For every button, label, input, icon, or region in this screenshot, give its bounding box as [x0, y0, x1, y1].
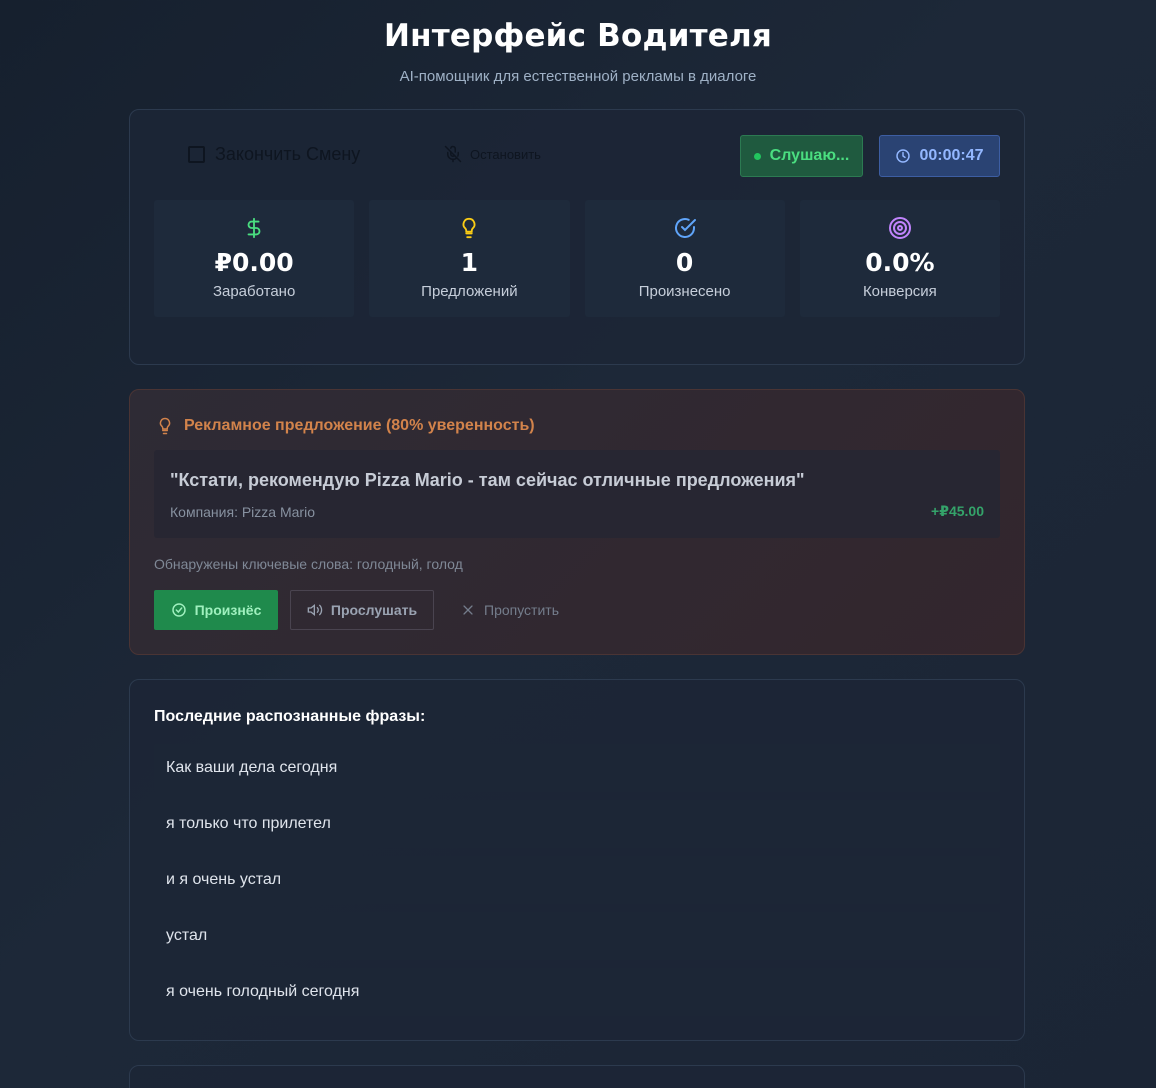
clock-icon [896, 149, 911, 163]
said-button[interactable]: Произнёс [154, 590, 278, 630]
stat-said: 0 Произнесено [584, 200, 785, 317]
stat-value: 0.0% [865, 248, 935, 277]
end-shift-label: Закончить Смену [215, 144, 361, 164]
stat-conversion: 0.0% Конверсия [799, 200, 1000, 317]
ad-offer-card: Рекламное предложение (80% уверенность) … [129, 389, 1025, 655]
stat-value: 1 [460, 248, 479, 277]
stat-label: Конверсия [862, 283, 937, 300]
list-item: я только что прилетел [154, 800, 1000, 848]
stat-label: Заработано [212, 283, 296, 300]
said-label: Произнёс [194, 602, 262, 618]
listen-label: Прослушать [330, 602, 418, 618]
check-circle-icon [674, 218, 696, 238]
stat-label: Предложений [421, 283, 518, 300]
page-subtitle: AI-помощник для естественной рекламы в д… [399, 68, 757, 85]
check-circle-icon [171, 603, 186, 617]
offer-heading-text: Рекламное предложение (80% уверенность) [184, 417, 535, 434]
listening-status-badge: Слушаю... [740, 135, 863, 177]
phrase-list: Как ваши дела сегодня я только что приле… [154, 744, 1000, 1024]
detected-keywords: Обнаружены ключевые слова: голодный, гол… [154, 556, 463, 572]
listen-button[interactable]: Прослушать [290, 590, 434, 630]
offer-suggestion-box: "Кстати, рекомендую Pizza Mario - там се… [154, 450, 1000, 538]
stats-row: ₽0.00 Заработано 1 Предложений 0 Произне… [154, 200, 1000, 317]
square-icon [188, 146, 205, 163]
offer-amount: +₽45.00 [931, 503, 984, 519]
target-icon [888, 217, 911, 239]
lightbulb-icon [462, 217, 476, 239]
stat-label: Произнесено [638, 283, 731, 300]
list-item: и я очень устал [154, 856, 1000, 904]
offer-actions: Произнёс Прослушать Пропустить [154, 590, 559, 630]
status-label: Слушаю... [769, 147, 850, 164]
status-dot-icon [753, 152, 761, 160]
offer-text: "Кстати, рекомендую Pizza Mario - там се… [170, 470, 805, 490]
stop-label: Остановить [470, 146, 541, 162]
skip-button[interactable]: Пропустить [462, 590, 559, 630]
dollar-icon [247, 217, 261, 239]
list-item: Как ваши дела сегодня [154, 744, 1000, 792]
lightbulb-icon [159, 417, 171, 435]
end-shift-button[interactable]: Закончить Смену [188, 144, 360, 165]
recognized-phrases-card: Последние распознанные фразы: Как ваши д… [129, 679, 1025, 1041]
stat-earned: ₽0.00 Заработано [154, 200, 355, 317]
stat-value: 0 [675, 248, 694, 277]
stop-button[interactable]: Остановить [444, 145, 541, 163]
stat-value: ₽0.00 [214, 248, 294, 277]
control-row: Закончить Смену Остановить Слушаю... 00:… [154, 134, 1000, 177]
mic-off-icon [444, 145, 462, 163]
shift-control-card: Закончить Смену Остановить Слушаю... 00:… [129, 109, 1025, 365]
page-header: Интерфейс Водителя AI-помощник для естес… [0, 0, 1156, 85]
offer-heading: Рекламное предложение (80% уверенность) [156, 416, 535, 436]
speaker-icon [307, 603, 323, 617]
stat-offers: 1 Предложений [369, 200, 570, 317]
timer-value: 00:00:47 [919, 147, 984, 164]
list-item: устал [154, 912, 1000, 960]
page-title: Интерфейс Водителя [383, 18, 773, 54]
shift-timer-badge: 00:00:47 [879, 135, 1000, 177]
skip-label: Пропустить [484, 602, 559, 618]
next-card [129, 1065, 1025, 1088]
list-item: я очень голодный сегодня [154, 968, 1000, 1016]
phrases-title: Последние распознанные фразы: [154, 708, 426, 725]
offer-company: Компания: Pizza Mario [170, 504, 315, 520]
close-icon [463, 605, 473, 615]
